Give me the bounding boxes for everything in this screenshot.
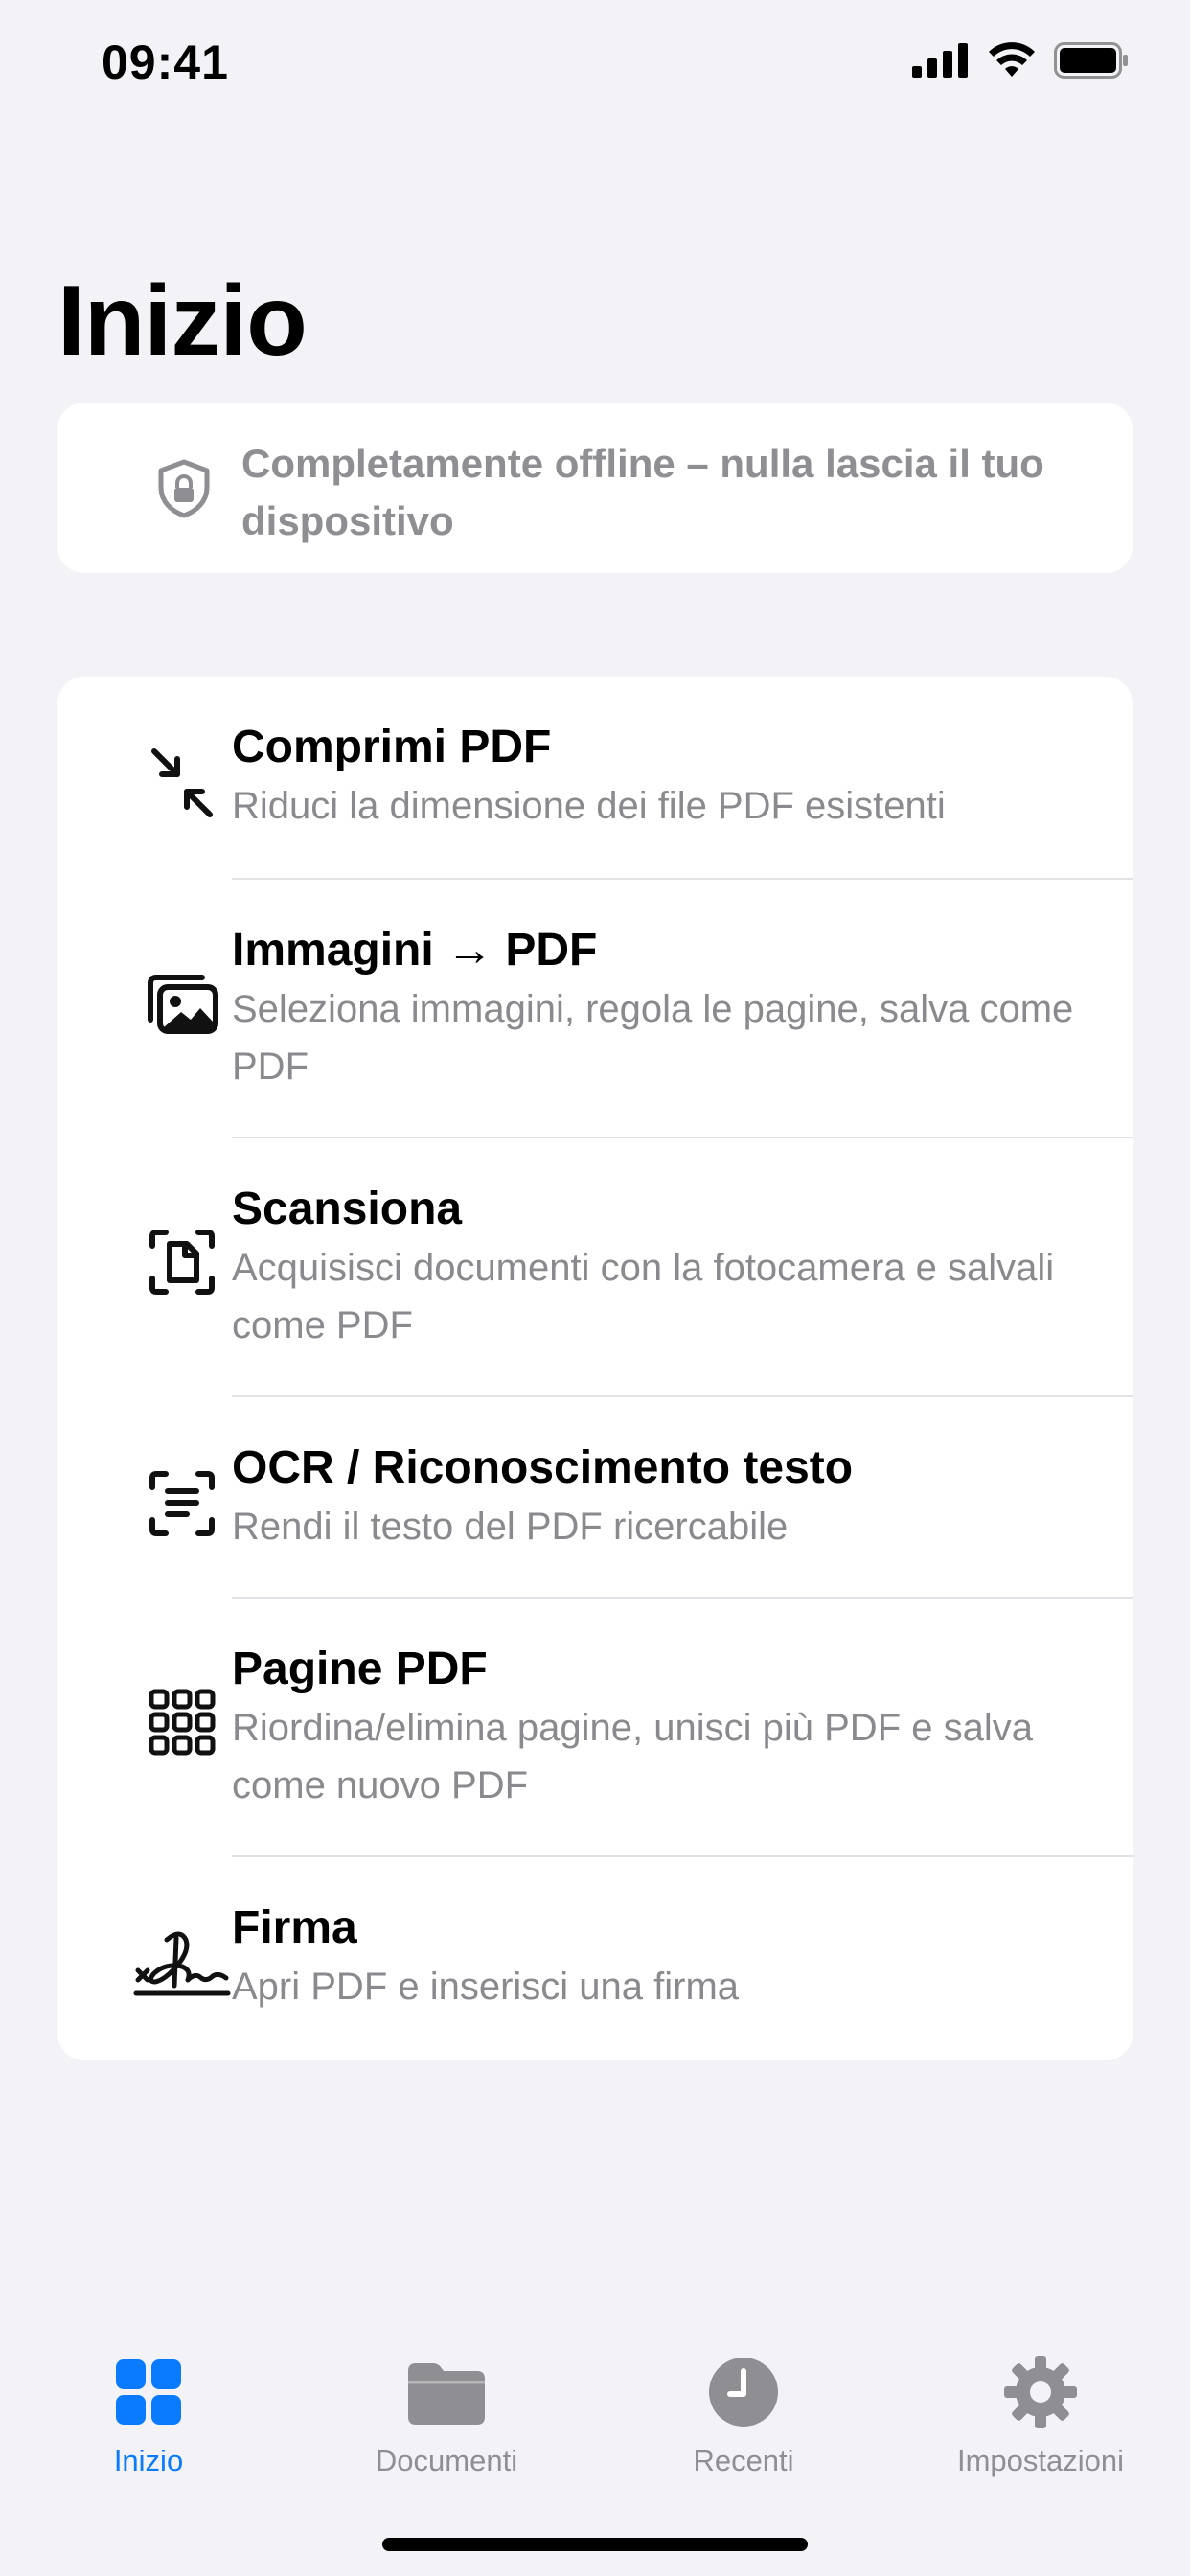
offline-banner-text: Completamente offline – nulla lascia il … (241, 441, 1044, 543)
list-item-pdf-pages[interactable]: Pagine PDF Riordina/elimina pagine, unis… (57, 1598, 1133, 1855)
tab-home[interactable]: Inizio (34, 2354, 263, 2478)
tab-recents[interactable]: Recenti (629, 2354, 858, 2478)
text-scan-icon (139, 1460, 225, 1547)
tab-settings[interactable]: Impostazioni (926, 2354, 1156, 2478)
list-item-compress[interactable]: Comprimi PDF Riduci la dimensione dei fi… (57, 677, 1133, 878)
item-title: Immagini → PDF (232, 925, 598, 976)
list-item-images-to-pdf[interactable]: Immagini → PDF Seleziona immagini, regol… (57, 880, 1133, 1137)
offline-banner: Completamente offline – nulla lascia il … (57, 402, 1133, 573)
shield-lock-icon (153, 458, 215, 519)
status-time: 09:41 (102, 35, 229, 89)
cellular-signal-icon (912, 43, 968, 78)
photos-icon (139, 960, 225, 1046)
item-subtitle: Riduci la dimensione dei file PDF esiste… (232, 785, 946, 827)
list-item-sign[interactable]: Firma Apri PDF e inserisci una firma (57, 1857, 1133, 2060)
tab-label: Documenti (375, 2444, 518, 2477)
item-subtitle: Rendi il testo del PDF ricercabile (232, 1506, 789, 1548)
feature-list: Comprimi PDF Riduci la dimensione dei fi… (57, 677, 1133, 2060)
home-indicator (382, 2538, 808, 2551)
list-item-scan[interactable]: Scansiona Acquisisci documenti con la fo… (57, 1138, 1133, 1395)
item-title: Comprimi PDF (232, 722, 552, 772)
list-item-ocr[interactable]: OCR / Riconoscimento testo Rendi il test… (57, 1397, 1133, 1597)
item-subtitle: Riordina/elimina pagine, unisci più PDF … (232, 1707, 1033, 1806)
item-subtitle: Seleziona immagini, regola le pagine, sa… (232, 988, 1074, 1088)
signature-icon (132, 1919, 232, 2005)
tab-label: Inizio (113, 2444, 184, 2477)
clock-icon (705, 2354, 782, 2430)
document-scan-icon (139, 1219, 225, 1305)
item-title: Scansiona (232, 1184, 463, 1234)
grid-icon (139, 1679, 225, 1765)
item-title: Pagine PDF (232, 1644, 488, 1694)
item-title: Firma (232, 1902, 357, 1953)
item-subtitle: Apri PDF e inserisci una firma (232, 1966, 740, 2008)
wifi-icon (989, 42, 1035, 77)
tab-label: Impostazioni (956, 2444, 1125, 2477)
grid-squares-icon (110, 2354, 187, 2430)
page-title: Inizio (57, 265, 308, 377)
tab-documents[interactable]: Documenti (332, 2354, 561, 2478)
status-icons (912, 42, 1129, 79)
compress-arrows-icon (139, 740, 225, 826)
folder-icon (408, 2354, 485, 2430)
battery-icon (1054, 42, 1128, 79)
item-subtitle: Acquisisci documenti con la fotocamera e… (232, 1247, 1055, 1346)
tab-label: Recenti (693, 2444, 794, 2477)
gear-icon (1002, 2354, 1079, 2430)
status-bar: 09:41 (0, 0, 1190, 134)
item-title: OCR / Riconoscimento testo (232, 1442, 854, 1493)
